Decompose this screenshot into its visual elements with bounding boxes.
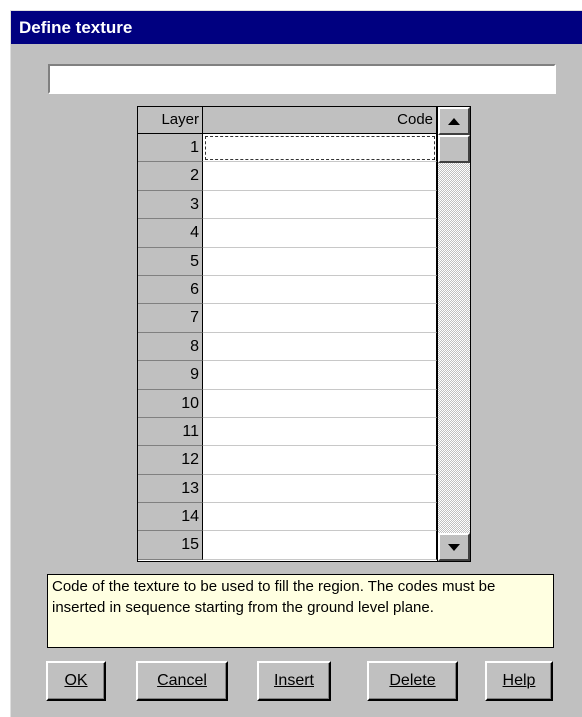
texture-name-input[interactable] bbox=[48, 64, 556, 94]
table-row: 5 bbox=[138, 247, 437, 276]
row-layer-number[interactable]: 14 bbox=[138, 503, 203, 532]
row-layer-number[interactable]: 5 bbox=[138, 247, 203, 276]
row-code-cell[interactable] bbox=[203, 474, 437, 504]
scroll-thumb[interactable] bbox=[438, 135, 470, 163]
vertical-scrollbar[interactable] bbox=[437, 107, 470, 561]
row-layer-number[interactable]: 2 bbox=[138, 162, 203, 191]
help-button[interactable]: Help bbox=[485, 661, 553, 701]
insert-button[interactable]: Insert bbox=[257, 661, 331, 701]
row-code-cell[interactable] bbox=[203, 503, 437, 532]
row-layer-number[interactable]: 7 bbox=[138, 304, 203, 333]
row-layer-number[interactable]: 3 bbox=[138, 190, 203, 220]
row-code-cell[interactable] bbox=[203, 162, 437, 191]
table-row: 7 bbox=[138, 304, 437, 333]
row-code-cell[interactable] bbox=[203, 275, 437, 305]
table-row: 13 bbox=[138, 474, 437, 504]
row-layer-number[interactable]: 4 bbox=[138, 219, 203, 248]
column-header-code[interactable]: Code bbox=[203, 107, 437, 134]
row-layer-number[interactable]: 6 bbox=[138, 275, 203, 305]
table-row: 6 bbox=[138, 275, 437, 305]
table-row: 4 bbox=[138, 219, 437, 248]
table-row: 2 bbox=[138, 162, 437, 191]
row-code-cell[interactable] bbox=[203, 417, 437, 447]
row-layer-number[interactable]: 11 bbox=[138, 417, 203, 447]
table-row: 3 bbox=[138, 190, 437, 220]
row-code-cell[interactable] bbox=[203, 219, 437, 248]
dialog-title: Define texture bbox=[11, 11, 582, 44]
grid-rows: 1 2 3 4 5 6 7 8 9 10 11 12 13 14 15 bbox=[138, 134, 437, 560]
row-code-cell[interactable] bbox=[203, 332, 437, 362]
delete-button[interactable]: Delete bbox=[367, 661, 458, 701]
row-code-cell[interactable] bbox=[203, 531, 437, 560]
row-layer-number[interactable]: 8 bbox=[138, 332, 203, 362]
layer-code-grid: Layer Code 1 2 3 4 5 6 7 8 9 10 11 12 13 14 15 bbox=[137, 106, 471, 562]
row-layer-number[interactable]: 15 bbox=[138, 531, 203, 560]
row-code-cell[interactable] bbox=[203, 190, 437, 220]
row-layer-number[interactable]: 9 bbox=[138, 361, 203, 390]
row-layer-number[interactable]: 10 bbox=[138, 389, 203, 418]
cancel-button[interactable]: Cancel bbox=[136, 661, 228, 701]
grid-header: Layer Code bbox=[138, 107, 470, 134]
scroll-up-button[interactable] bbox=[438, 107, 470, 135]
table-row: 15 bbox=[138, 531, 437, 560]
row-code-cell[interactable] bbox=[203, 361, 437, 390]
column-header-layer[interactable]: Layer bbox=[138, 107, 203, 134]
table-row: 10 bbox=[138, 389, 437, 418]
table-row: 9 bbox=[138, 361, 437, 390]
row-code-cell[interactable] bbox=[203, 389, 437, 418]
arrow-up-icon bbox=[448, 117, 460, 125]
define-texture-dialog: Define texture Layer Code 1 2 3 4 5 6 7 8 9 10 11 1… bbox=[10, 10, 582, 717]
row-code-cell[interactable] bbox=[203, 304, 437, 333]
row-layer-number[interactable]: 13 bbox=[138, 474, 203, 504]
row-code-cell[interactable] bbox=[203, 247, 437, 276]
table-row: 11 bbox=[138, 417, 437, 447]
hint-box: Code of the texture to be used to fill t… bbox=[47, 574, 554, 648]
table-row: 1 bbox=[138, 134, 437, 163]
row-layer-number[interactable]: 12 bbox=[138, 446, 203, 475]
row-code-cell[interactable] bbox=[203, 134, 437, 163]
table-row: 8 bbox=[138, 332, 437, 362]
row-code-cell[interactable] bbox=[203, 446, 437, 475]
arrow-down-icon bbox=[448, 543, 460, 551]
row-layer-number[interactable]: 1 bbox=[138, 134, 203, 163]
ok-button[interactable]: OK bbox=[46, 661, 106, 701]
table-row: 14 bbox=[138, 503, 437, 532]
table-row: 12 bbox=[138, 446, 437, 475]
scroll-down-button[interactable] bbox=[438, 533, 470, 561]
